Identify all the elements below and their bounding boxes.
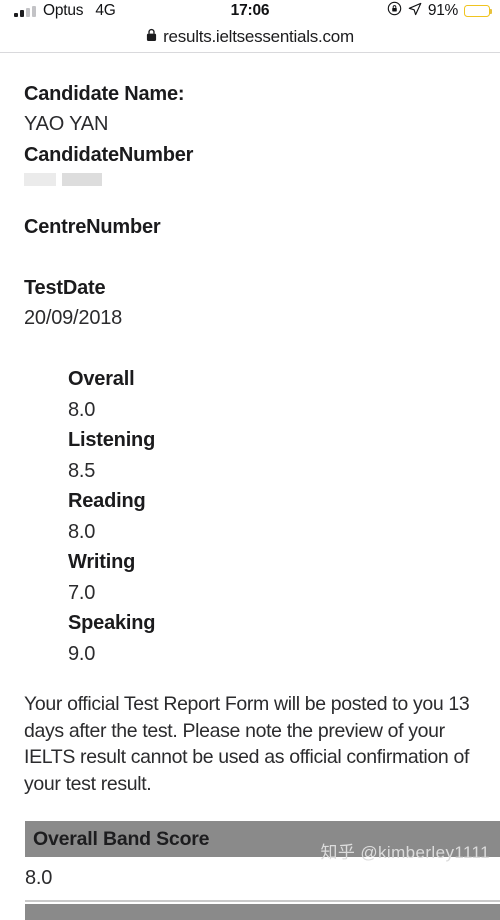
status-bar: Optus 4G 17:06 91%: [0, 0, 500, 22]
overall-band-score-header-label: Overall Band Score: [33, 827, 210, 850]
rotation-lock-icon: [387, 1, 402, 21]
location-arrow-icon: [408, 2, 422, 21]
notice-text: Your official Test Report Form will be p…: [24, 693, 470, 795]
results-page: Candidate Name: YAO YAN CandidateNumber …: [0, 83, 500, 920]
centre-number-value: [24, 239, 500, 263]
candidate-name-value: YAO YAN: [24, 113, 109, 135]
score-label-writing: Writing: [68, 551, 136, 573]
overall-band-score-value: 8.0: [25, 867, 53, 889]
score-value-reading: 8.0: [68, 520, 96, 543]
score-value-overall: 8.0: [68, 398, 96, 421]
url-text: results.ieltsessentials.com: [163, 27, 354, 46]
score-label-listening: Listening: [68, 429, 156, 451]
score-value-speaking: 9.0: [68, 642, 96, 665]
overall-band-score-header: Overall Band Score: [25, 821, 500, 857]
score-value-listening: 8.5: [68, 459, 96, 482]
candidate-name-label: Candidate Name:: [24, 83, 185, 105]
band-footer-bar: [25, 904, 500, 920]
status-bar-right: 91%: [387, 0, 493, 22]
test-date-value: 20/09/2018: [24, 307, 123, 329]
candidate-number-label: CandidateNumber: [24, 144, 194, 166]
score-label-reading: Reading: [68, 490, 146, 512]
score-label-speaking: Speaking: [68, 612, 156, 634]
centre-number-label: CentreNumber: [24, 216, 161, 238]
test-date-label: TestDate: [24, 277, 106, 299]
score-value-writing: 7.0: [68, 581, 96, 604]
candidate-number-redaction: [24, 173, 500, 186]
test-date-block: TestDate 20/09/2018: [24, 277, 500, 330]
toolbar-separator: [0, 52, 500, 53]
battery-percent-label: 91%: [427, 2, 458, 19]
score-list: Overall 8.0 Listening 8.5 Reading 8.0 Wr…: [68, 364, 500, 669]
lock-icon: [146, 28, 157, 47]
band-divider: [25, 900, 500, 902]
centre-number-block: CentreNumber: [24, 216, 500, 263]
score-label-overall: Overall: [68, 368, 135, 390]
battery-icon: [464, 4, 493, 18]
candidate-name-block: Candidate Name: YAO YAN: [24, 83, 500, 136]
overall-band-score-section: Overall Band Score 8.0: [0, 821, 500, 920]
candidate-number-block: CandidateNumber: [24, 144, 500, 186]
browser-url-bar[interactable]: results.ieltsessentials.com: [0, 22, 500, 52]
